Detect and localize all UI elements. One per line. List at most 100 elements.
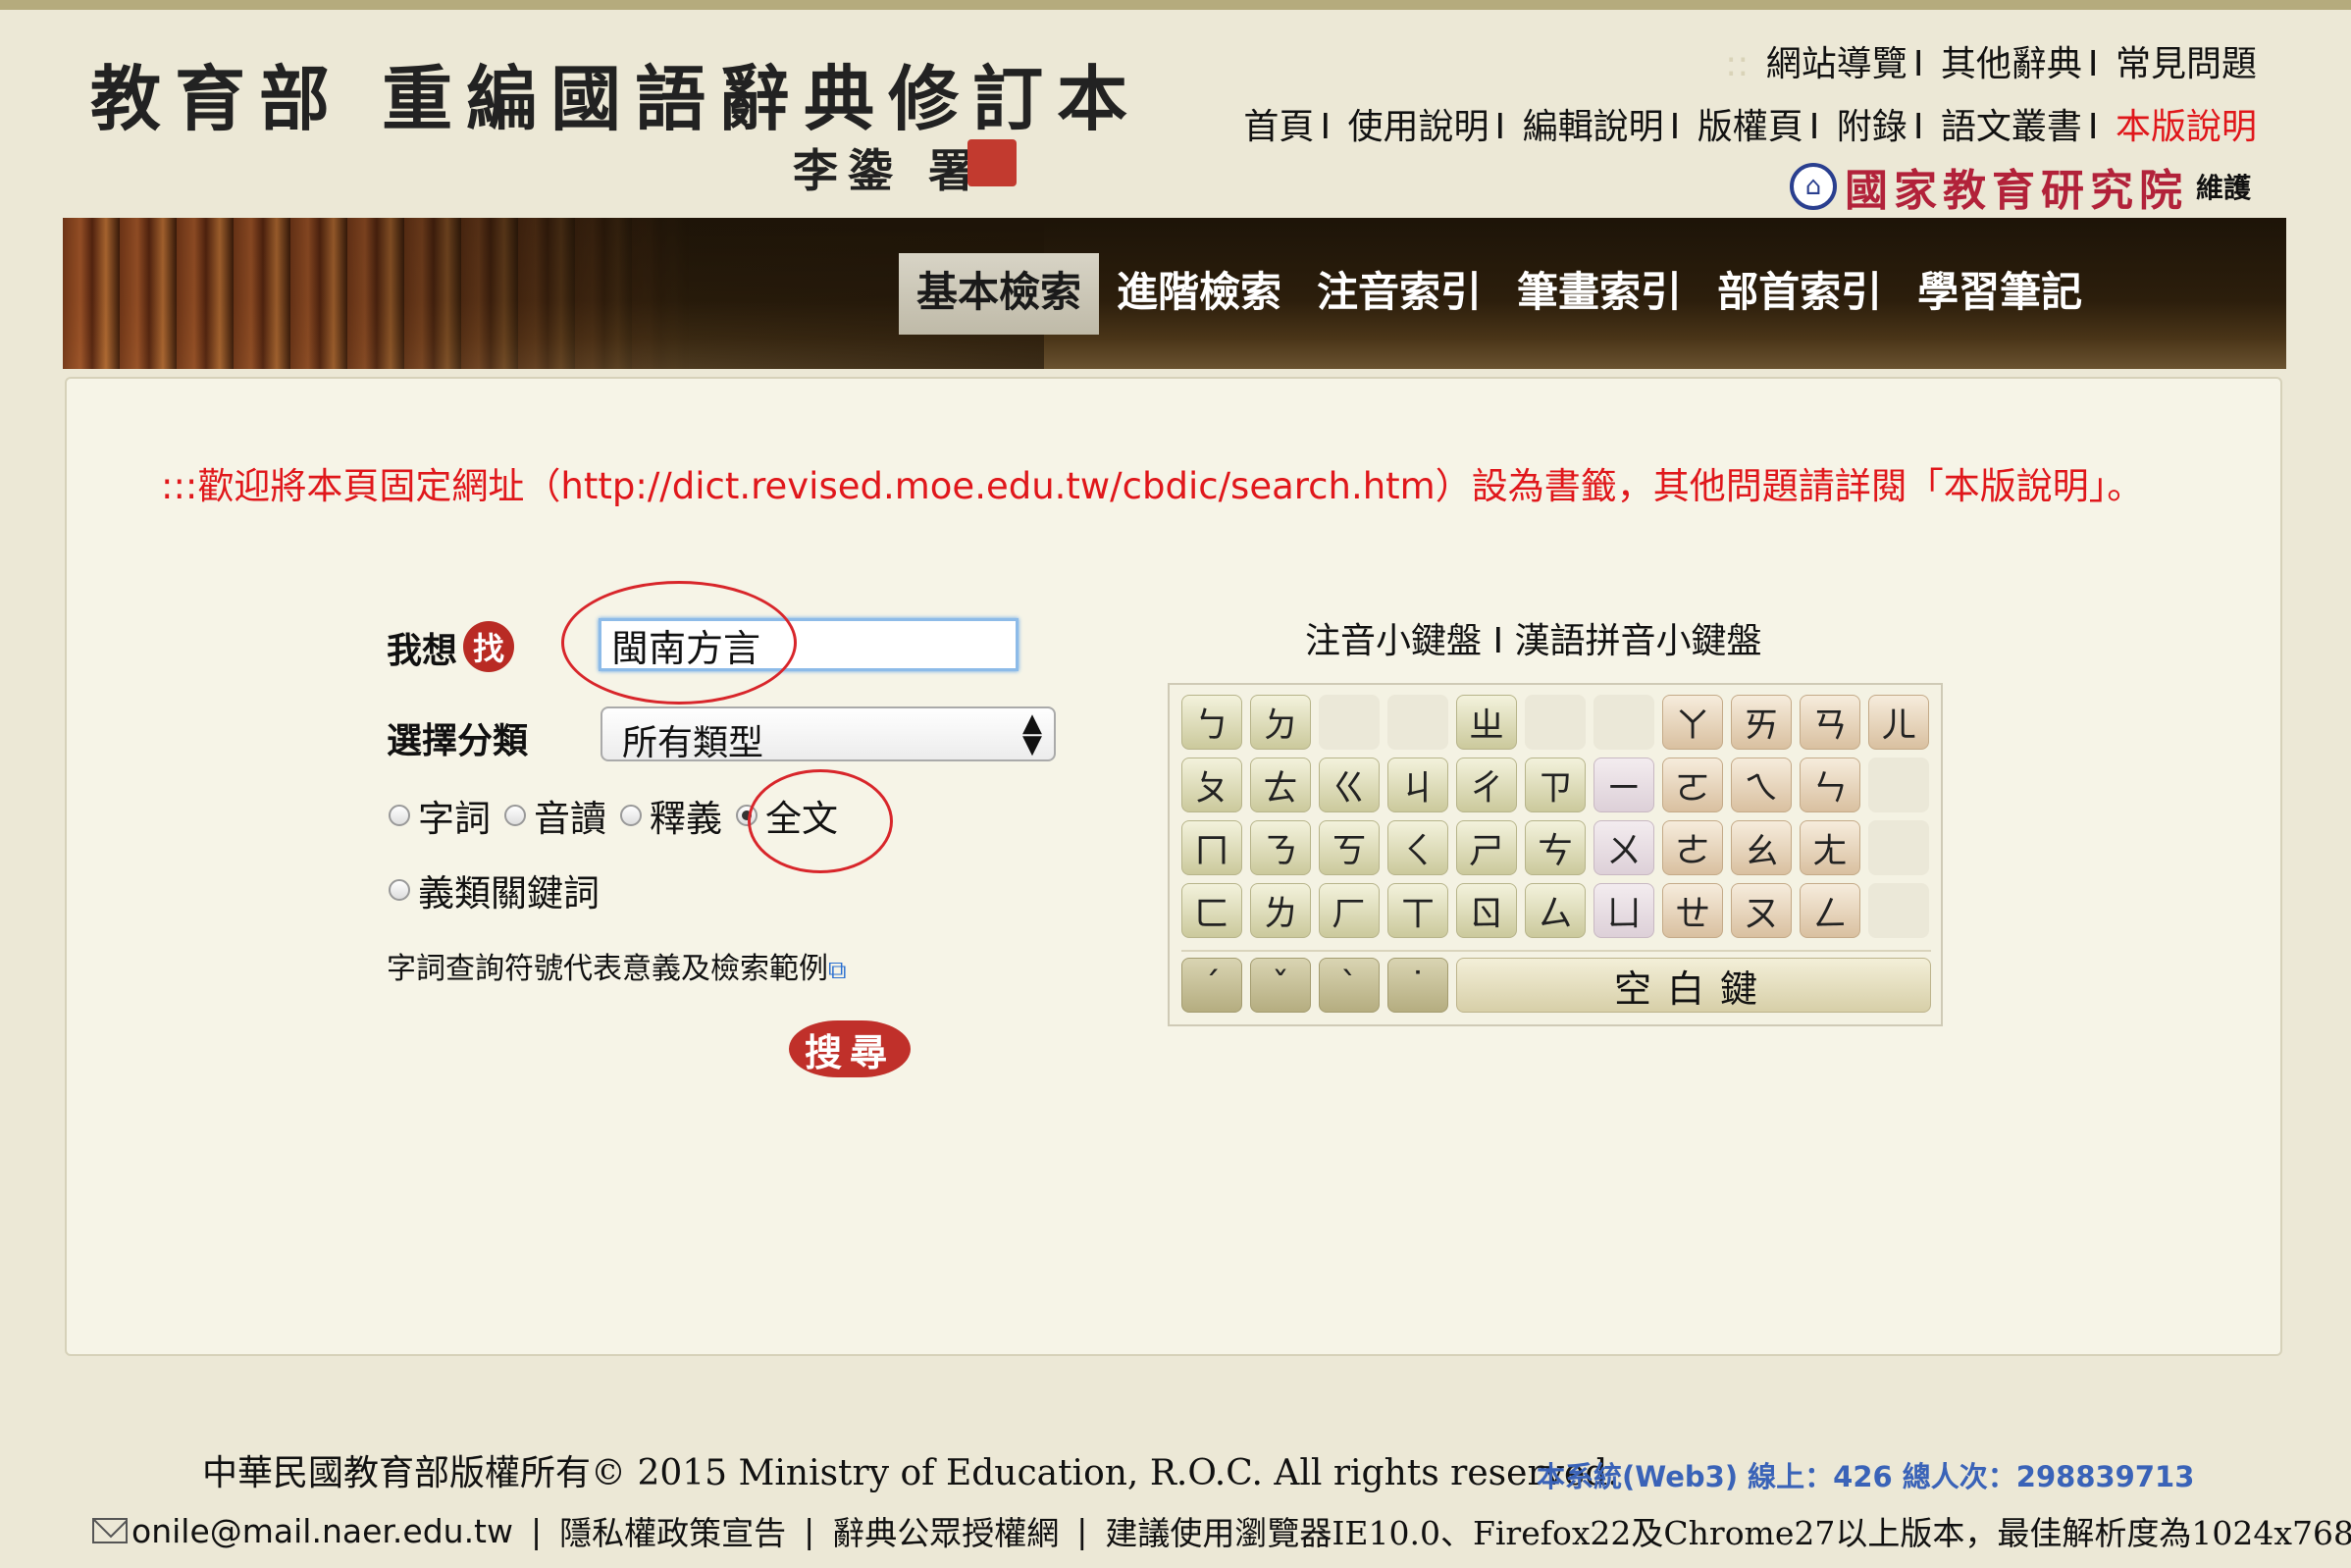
space-key[interactable]: 空白鍵 xyxy=(1456,958,1931,1013)
naer-logo-icon: ⌂ xyxy=(1789,163,1837,210)
site-title: 教育部 重編國語辭典修訂本 xyxy=(90,57,1142,140)
empty-key xyxy=(1868,883,1929,938)
link-editing[interactable]: 編輯說明 xyxy=(1523,107,1664,147)
annotation-circle-fulltext xyxy=(748,769,893,873)
mail-icon xyxy=(92,1518,128,1543)
external-link-icon: ⧉ xyxy=(828,956,847,985)
zhuyin-key[interactable]: ㄢ xyxy=(1800,695,1860,750)
find-seal-icon: 找 xyxy=(463,621,514,672)
maintainer-name: 國家教育研究院 xyxy=(1844,166,2188,216)
zhuyin-key[interactable]: ㄡ xyxy=(1731,883,1792,938)
link-version-notes[interactable]: 本版說明 xyxy=(2116,107,2257,147)
link-copyright[interactable]: 版權頁 xyxy=(1698,107,1803,147)
tone-key[interactable]: ˇ xyxy=(1250,958,1311,1013)
browser-note: 建議使用瀏覽器IE10.0、Firefox22及Chrome27以上版本，最佳解… xyxy=(1105,1514,2351,1552)
link-usage[interactable]: 使用說明 xyxy=(1348,107,1489,147)
maintainer-suffix: 維護 xyxy=(2195,172,2251,204)
zhuyin-key[interactable]: ㄍ xyxy=(1319,758,1380,812)
zhuyin-key[interactable]: ㄟ xyxy=(1731,758,1792,812)
zhuyin-key[interactable]: ㄆ xyxy=(1181,758,1242,812)
radio-icon xyxy=(504,805,526,826)
option-definition[interactable]: 釋義 xyxy=(620,789,722,842)
bookmark-notice: :::歡迎將本頁固定網址（http://dict.revised.moe.edu… xyxy=(161,465,2144,507)
zhuyin-key[interactable]: ㄠ xyxy=(1731,820,1792,875)
zhuyin-key[interactable]: ㄓ xyxy=(1456,695,1517,750)
zhuyin-key[interactable]: ㄛ xyxy=(1662,758,1723,812)
zhuyin-key[interactable]: ㄚ xyxy=(1662,695,1723,750)
option-word[interactable]: 字詞 xyxy=(389,789,491,842)
zhuyin-key[interactable]: ㄌ xyxy=(1250,883,1311,938)
zhuyin-key[interactable]: ㄈ xyxy=(1181,883,1242,938)
author-seal-icon xyxy=(967,139,1017,186)
maintainer[interactable]: ⌂ 國家教育研究院 維護 xyxy=(1789,155,2251,218)
zhuyin-key[interactable]: ㄗ xyxy=(1525,758,1586,812)
visitor-stats: 本系統(Web3) 線上：426 總人次：298839713 xyxy=(1537,1460,2195,1493)
zhuyin-key[interactable]: ㄦ xyxy=(1868,695,1929,750)
zhuyin-key[interactable]: ㄩ xyxy=(1593,883,1654,938)
link-series[interactable]: 語文叢書 xyxy=(1941,107,2082,147)
category-select[interactable]: 所有類型 ▲ ▼ xyxy=(601,706,1056,763)
category-selected-value: 所有類型 xyxy=(622,723,764,763)
tab-stroke-index[interactable]: 筆畫索引 xyxy=(1499,253,1699,335)
zhuyin-key[interactable]: ㄕ xyxy=(1456,820,1517,875)
help-link[interactable]: 字詞查詢符號代表意義及檢索範例⧉ xyxy=(387,944,847,987)
empty-key xyxy=(1593,695,1654,750)
search-button[interactable]: 搜尋 xyxy=(789,1020,911,1077)
top-strip xyxy=(0,0,2351,10)
category-label: 選擇分類 xyxy=(387,721,529,761)
zhuyin-key[interactable]: ㄇ xyxy=(1181,820,1242,875)
zhuyin-key[interactable]: ㄐ xyxy=(1387,758,1448,812)
link-sitemap[interactable]: 網站導覽 xyxy=(1766,44,1907,84)
link-faq[interactable]: 常見問題 xyxy=(2116,44,2257,84)
tab-zhuyin-index[interactable]: 注音索引 xyxy=(1299,253,1499,335)
license-link[interactable]: 辭典公眾授權網 xyxy=(832,1507,1059,1554)
zhuyin-key[interactable]: ㄅ xyxy=(1181,695,1242,750)
tone-key[interactable]: ˙ xyxy=(1387,958,1448,1013)
zhuyin-key[interactable]: ㄖ xyxy=(1456,883,1517,938)
zhuyin-key[interactable]: ㄞ xyxy=(1731,695,1792,750)
zhuyin-key[interactable]: ㄝ xyxy=(1662,883,1723,938)
link-appendix[interactable]: 附錄 xyxy=(1837,107,1907,147)
link-other-dictionaries[interactable]: 其他辭典 xyxy=(1941,44,2082,84)
annotation-circle-input xyxy=(561,581,797,705)
zhuyin-key[interactable]: ㄋ xyxy=(1250,820,1311,875)
zhuyin-key[interactable]: ㄨ xyxy=(1593,820,1654,875)
updown-arrow-icon: ▲ ▼ xyxy=(1022,708,1042,759)
zhuyin-key[interactable]: ㄊ xyxy=(1250,758,1311,812)
option-semantic-keyword[interactable]: 義類關鍵詞 xyxy=(389,863,600,916)
option-pronunciation[interactable]: 音讀 xyxy=(504,789,606,842)
link-home[interactable]: 首頁 xyxy=(1243,107,1314,147)
zhuyin-key[interactable]: ㄥ xyxy=(1800,883,1860,938)
zhuyin-key[interactable]: ㄏ xyxy=(1319,883,1380,938)
radio-icon xyxy=(389,879,410,901)
zhuyin-key[interactable]: ㄎ xyxy=(1319,820,1380,875)
zhuyin-key[interactable]: ㄜ xyxy=(1662,820,1723,875)
tone-key[interactable]: ˋ xyxy=(1319,958,1380,1013)
zhuyin-key[interactable]: ㄤ xyxy=(1800,820,1860,875)
contact-email[interactable]: onile@mail.naer.edu.tw xyxy=(131,1512,513,1550)
empty-key xyxy=(1319,695,1380,750)
keyboard-title[interactable]: 注音小鍵盤 I 漢語拼音小鍵盤 xyxy=(1305,612,1762,663)
zhuyin-key[interactable]: ㄙ xyxy=(1525,883,1586,938)
radio-icon xyxy=(389,805,410,826)
tab-study-notes[interactable]: 學習筆記 xyxy=(1900,253,2100,335)
banner: 基本檢索 進階檢索 注音索引 筆畫索引 部首索引 學習筆記 xyxy=(63,218,2286,369)
zhuyin-key[interactable]: ㄔ xyxy=(1456,758,1517,812)
privacy-link[interactable]: 隱私權政策宣告 xyxy=(559,1507,786,1554)
tab-basic-search[interactable]: 基本檢索 xyxy=(899,253,1100,335)
zhuyin-key[interactable]: ㄑ xyxy=(1387,820,1448,875)
zhuyin-key[interactable]: ㄘ xyxy=(1525,820,1586,875)
zhuyin-key[interactable]: ㄉ xyxy=(1250,695,1311,750)
tone-key[interactable]: ˊ xyxy=(1181,958,1242,1013)
copyright: 中華民國教育部版權所有© 2015 Ministry of Education,… xyxy=(202,1453,1619,1493)
search-tabs: 基本檢索 進階檢索 注音索引 筆畫索引 部首索引 學習筆記 xyxy=(899,253,2100,335)
zhuyin-key[interactable]: ㄒ xyxy=(1387,883,1448,938)
footer-links: onile@mail.naer.edu.tw | 隱私權政策宣告 | 辭典公眾授… xyxy=(92,1507,2351,1554)
dots-icon: :: xyxy=(1725,44,1750,84)
empty-key xyxy=(1525,695,1586,750)
tab-radical-index[interactable]: 部首索引 xyxy=(1699,253,1900,335)
zhuyin-key[interactable]: ㄧ xyxy=(1593,758,1654,812)
search-label: 我想 xyxy=(387,631,458,671)
zhuyin-key[interactable]: ㄣ xyxy=(1800,758,1860,812)
tab-advanced-search[interactable]: 進階檢索 xyxy=(1099,253,1299,335)
